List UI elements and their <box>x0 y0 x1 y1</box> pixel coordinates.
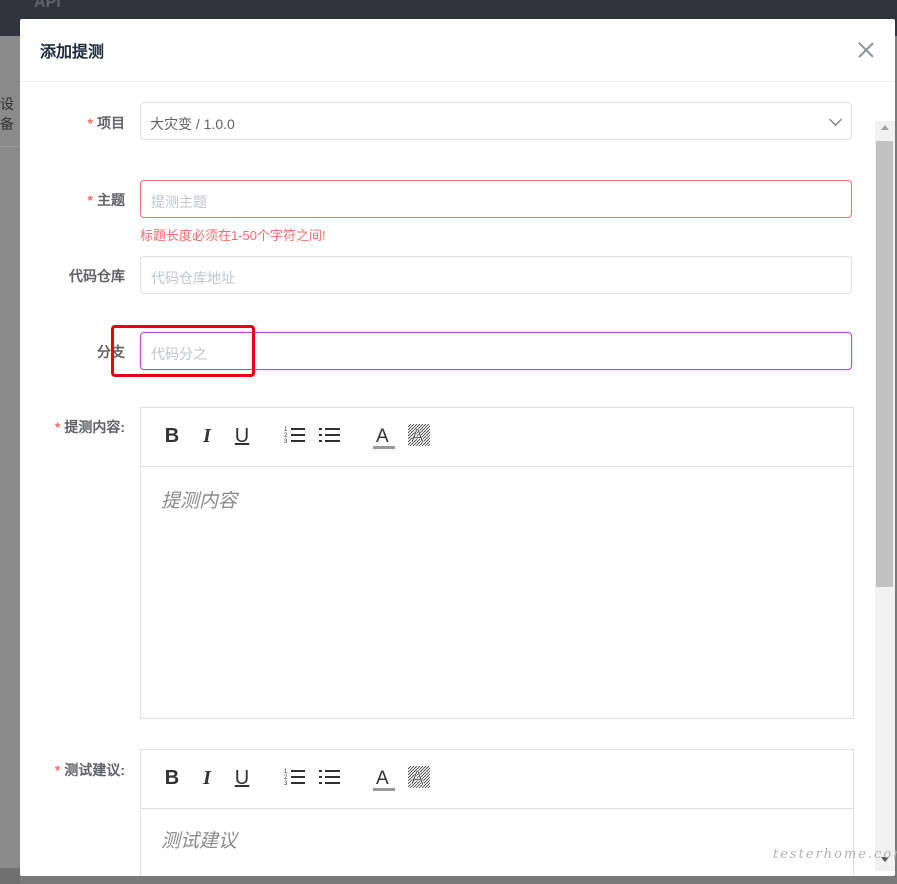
ordered-list-button[interactable]: 123 <box>284 766 306 790</box>
bold-button[interactable]: B <box>161 766 183 790</box>
subject-error-message: 标题长度必须在1-50个字符之间! <box>140 228 326 243</box>
app-logo: API <box>34 0 61 11</box>
ordered-list-button[interactable]: 123 <box>284 424 306 448</box>
content-editor-toolbar: B I U 123 A A <box>141 408 853 467</box>
add-test-dialog: 添加提测 * 项目 大灾变 / 1.0.0 * 主题 提测主题 标题长度必须在1-5… <box>20 19 895 876</box>
suggestion-label: * 测试建议: <box>54 762 125 778</box>
content-editor-placeholder: 提测内容 <box>161 491 238 512</box>
ordered-list-icon: 123 <box>284 769 305 787</box>
svg-text:3: 3 <box>284 781 288 787</box>
suggestion-editor[interactable]: B I U 123 A A 测试建议 <box>140 749 854 876</box>
project-select-value: 大灾变 / 1.0.0 <box>150 116 235 132</box>
svg-text:A: A <box>411 426 424 446</box>
underline-button[interactable]: U <box>231 766 253 790</box>
suggestion-editor-placeholder: 测试建议 <box>161 831 238 852</box>
underline-button[interactable]: U <box>231 424 253 448</box>
required-mark: * <box>87 115 93 131</box>
background-bar <box>0 868 20 884</box>
bullet-list-icon <box>319 428 340 442</box>
chevron-down-icon <box>829 113 842 126</box>
required-mark: * <box>54 762 61 778</box>
required-mark: * <box>87 192 93 208</box>
close-icon[interactable] <box>856 40 876 60</box>
project-select[interactable]: 大灾变 / 1.0.0 <box>140 102 852 140</box>
ordered-list-icon: 123 <box>284 427 305 445</box>
svg-text:A: A <box>411 768 424 788</box>
svg-text:3: 3 <box>284 439 288 445</box>
font-color-button[interactable]: A <box>373 424 395 449</box>
font-color-icon: A <box>373 426 395 449</box>
repo-placeholder: 代码仓库地址 <box>151 270 235 286</box>
dialog-scrollbar[interactable] <box>875 121 895 871</box>
background-page: 设备 <box>0 36 20 884</box>
scroll-up-arrow-icon[interactable] <box>881 125 889 130</box>
svg-text:A: A <box>376 768 389 789</box>
background-divider <box>0 146 20 147</box>
repo-label: 代码仓库 <box>69 268 125 284</box>
suggestion-editor-toolbar: B I U 123 A A <box>141 750 853 809</box>
font-color-button[interactable]: A <box>373 766 395 791</box>
content-editor[interactable]: B I U 123 A A 提测内容 <box>140 407 854 719</box>
svg-text:A: A <box>376 426 389 447</box>
background-color-icon: A <box>408 424 430 447</box>
bold-button[interactable]: B <box>161 424 183 448</box>
watermark: testerhome.com <box>773 847 897 862</box>
background-color-icon: A <box>408 766 430 789</box>
subject-label: * 主题 <box>87 192 125 208</box>
repo-input[interactable]: 代码仓库地址 <box>140 256 852 294</box>
bullet-list-button[interactable] <box>319 766 341 790</box>
bg-color-button[interactable]: A <box>408 424 430 448</box>
bullet-list-button[interactable] <box>319 424 341 448</box>
project-label: * 项目 <box>87 115 125 131</box>
dialog-header: 添加提测 <box>20 19 895 82</box>
dialog-title: 添加提测 <box>40 44 105 61</box>
annotation-highlight-box <box>111 325 255 377</box>
required-mark: * <box>54 419 61 435</box>
subject-placeholder: 提测主题 <box>151 194 207 210</box>
font-color-icon: A <box>373 768 395 791</box>
italic-button[interactable]: I <box>196 424 218 448</box>
bg-color-button[interactable]: A <box>408 766 430 790</box>
background-text: 设备 <box>0 96 14 132</box>
subject-input[interactable]: 提测主题 <box>140 180 852 218</box>
scrollbar-thumb[interactable] <box>876 141 893 587</box>
bullet-list-icon <box>319 770 340 784</box>
italic-button[interactable]: I <box>196 766 218 790</box>
content-label: * 提测内容: <box>54 419 125 435</box>
